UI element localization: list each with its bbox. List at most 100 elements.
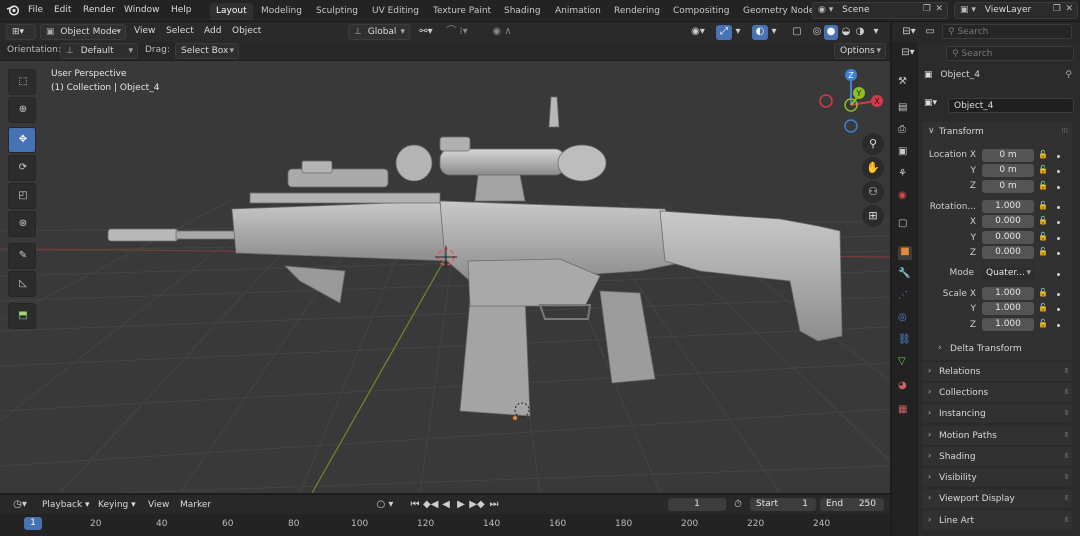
measure-tool-button[interactable]: ◺ bbox=[8, 271, 36, 297]
properties-search-input[interactable]: ⚲ Search bbox=[946, 46, 1074, 61]
shading-panel[interactable]: › Shading ⁞⁞⁞ bbox=[922, 447, 1072, 466]
drag-grip-icon[interactable]: ⁞⁞⁞ bbox=[1064, 516, 1069, 524]
material-tab-icon[interactable]: ◕ bbox=[898, 380, 912, 394]
drag-grip-icon[interactable]: ⁞⁞⁞ bbox=[1064, 367, 1069, 375]
add-cube-tool-button[interactable]: ⬒ bbox=[8, 303, 36, 329]
viewport-display-panel[interactable]: › Viewport Display ⁞⁞⁞ bbox=[922, 489, 1072, 508]
start-frame-field[interactable]: Start 1 bbox=[750, 498, 816, 511]
output-tab-icon[interactable]: ⎙ bbox=[898, 124, 912, 138]
tab-modeling[interactable]: Modeling bbox=[255, 3, 308, 20]
menu-object[interactable]: Object bbox=[232, 26, 261, 36]
visibility-panel[interactable]: › Visibility ⁞⁞⁞ bbox=[922, 468, 1072, 487]
keyframe-dot-icon[interactable] bbox=[1057, 206, 1060, 209]
menu-select[interactable]: Select bbox=[166, 26, 194, 36]
keyframe-dot-icon[interactable] bbox=[1057, 186, 1060, 189]
modifier-tab-icon[interactable]: 🔧 bbox=[898, 268, 912, 282]
timeline-editor-icon[interactable]: ◷▾ bbox=[8, 498, 32, 512]
annotate-tool-button[interactable]: ✎ bbox=[8, 243, 36, 269]
drag-grip-icon[interactable]: ⁞⁞⁞ bbox=[1064, 494, 1069, 502]
3d-viewport[interactable]: User Perspective (1) Collection | Object… bbox=[0, 61, 890, 493]
location-x-field[interactable]: 0 m bbox=[982, 149, 1034, 162]
options-button[interactable]: Options ▾ bbox=[834, 43, 886, 59]
pin-icon[interactable]: ⚲ bbox=[1065, 70, 1072, 80]
copy-layer-icon[interactable]: ❐ bbox=[1053, 4, 1061, 14]
scale-y-field[interactable]: 1.000 bbox=[982, 302, 1034, 315]
object-tab-icon[interactable]: ■ bbox=[898, 246, 912, 260]
render-tab-icon[interactable]: ▤ bbox=[898, 102, 912, 116]
view-layer-selector[interactable]: ▣ ▾ ViewLayer ❐ ✕ bbox=[954, 2, 1078, 19]
tab-geometry-nodes[interactable]: Geometry Node bbox=[737, 3, 820, 20]
blender-logo-icon[interactable] bbox=[6, 3, 20, 17]
overlays-toggle-icon[interactable]: ◐ bbox=[752, 25, 768, 40]
scale-z-field[interactable]: 1.000 bbox=[982, 318, 1034, 331]
mode-selector[interactable]: ▣ Object Mode ▾ bbox=[40, 24, 126, 40]
transform-panel-header[interactable]: ∨ Transform ⁞⁞⁞ bbox=[922, 124, 1072, 140]
lock-icon[interactable]: 🔓 bbox=[1038, 150, 1048, 159]
keyframe-dot-icon[interactable] bbox=[1057, 155, 1060, 158]
close-icon[interactable]: ✕ bbox=[1065, 4, 1073, 14]
menu-view[interactable]: View bbox=[134, 26, 155, 36]
menu-timeline-view[interactable]: View bbox=[148, 500, 169, 510]
shading-wireframe-icon[interactable]: ◎ bbox=[810, 25, 824, 39]
overlays-dropdown-icon[interactable]: ▾ bbox=[769, 25, 779, 39]
world-tab-icon[interactable]: ◉ bbox=[898, 190, 912, 204]
scene-selector[interactable]: ◉ ▾ Scene ❐ ✕ bbox=[812, 2, 948, 19]
data-tab-icon[interactable]: ▽ bbox=[898, 356, 912, 370]
tab-shading[interactable]: Shading bbox=[498, 3, 547, 20]
rotation-w-field[interactable]: 1.000 bbox=[982, 200, 1034, 213]
play-reverse-icon[interactable]: ◀ bbox=[440, 498, 452, 512]
delta-transform-subpanel[interactable]: › Delta Transform bbox=[932, 341, 1068, 357]
timeline-ruler[interactable]: 1 20 40 60 80 100 120 140 160 180 200 22… bbox=[0, 514, 890, 536]
physics-tab-icon[interactable]: ◎ bbox=[898, 312, 912, 326]
properties-editor-icon[interactable]: ⊟▾ bbox=[898, 46, 918, 60]
rotate-tool-button[interactable]: ⟳ bbox=[8, 155, 36, 181]
lock-icon[interactable]: 🔓 bbox=[1038, 201, 1048, 210]
gizmo-dropdown-icon[interactable]: ▾ bbox=[733, 25, 743, 39]
tab-compositing[interactable]: Compositing bbox=[667, 3, 735, 20]
menu-edit[interactable]: Edit bbox=[54, 5, 71, 15]
tab-texture-paint[interactable]: Texture Paint bbox=[427, 3, 497, 20]
shading-options-icon[interactable]: ▾ bbox=[870, 25, 882, 39]
zoom-icon[interactable]: ⚲ bbox=[862, 133, 884, 155]
keyframe-dot-icon[interactable] bbox=[1057, 324, 1060, 327]
object-data-selector[interactable]: ▣▾ Object_4 bbox=[924, 98, 1074, 114]
keyframe-dot-icon[interactable] bbox=[1057, 221, 1060, 224]
keyframe-dot-icon[interactable] bbox=[1057, 237, 1060, 240]
menu-add[interactable]: Add bbox=[204, 26, 221, 36]
menu-render[interactable]: Render bbox=[83, 5, 115, 15]
end-frame-field[interactable]: End 250 bbox=[820, 498, 884, 511]
lock-icon[interactable]: 🔓 bbox=[1038, 288, 1048, 297]
motion-paths-panel[interactable]: › Motion Paths ⁞⁞⁞ bbox=[922, 426, 1072, 445]
menu-help[interactable]: Help bbox=[171, 5, 192, 15]
particles-tab-icon[interactable]: ⋰ bbox=[898, 290, 912, 304]
close-icon[interactable]: ✕ bbox=[935, 4, 943, 14]
playhead[interactable]: 1 bbox=[24, 517, 42, 530]
filter-icon[interactable]: ▭ bbox=[922, 25, 938, 39]
tool-tab-icon[interactable]: ⚒ bbox=[898, 76, 912, 90]
rotation-y-field[interactable]: 0.000 bbox=[982, 231, 1034, 244]
keyframe-dot-icon[interactable] bbox=[1057, 252, 1060, 255]
drag-selector[interactable]: Select Box ▾ bbox=[175, 43, 239, 59]
tab-rendering[interactable]: Rendering bbox=[608, 3, 666, 20]
camera-view-icon[interactable]: ⚇ bbox=[862, 181, 884, 203]
copy-scene-icon[interactable]: ❐ bbox=[923, 4, 931, 14]
pivot-point-icon[interactable]: ⚯▾ bbox=[416, 25, 436, 39]
drag-grip-icon[interactable]: ⁞⁞⁞ bbox=[1064, 431, 1069, 439]
lock-icon[interactable]: 🔓 bbox=[1038, 247, 1048, 256]
scene-tab-icon[interactable]: ⚘ bbox=[898, 168, 912, 182]
outliner-search-input[interactable]: ⚲ Search bbox=[942, 24, 1072, 39]
orientation-selector[interactable]: ⊥ Default ▾ bbox=[60, 43, 138, 59]
pan-hand-icon[interactable]: ✋ bbox=[862, 157, 884, 179]
scale-tool-button[interactable]: ◰ bbox=[8, 183, 36, 209]
tab-sculpting[interactable]: Sculpting bbox=[310, 3, 364, 20]
transform-orientation-selector[interactable]: ⊥ Global ▾ bbox=[348, 24, 410, 40]
keyframe-dot-icon[interactable] bbox=[1057, 293, 1060, 296]
tab-uv-editing[interactable]: UV Editing bbox=[366, 3, 425, 20]
lock-icon[interactable]: 🔓 bbox=[1038, 303, 1048, 312]
location-y-field[interactable]: 0 m bbox=[982, 164, 1034, 177]
outliner-editor-icon[interactable]: ⊟▾ bbox=[898, 25, 920, 39]
proportional-editing-icon[interactable]: ◉ ∧ bbox=[487, 25, 517, 39]
menu-keying[interactable]: Keying ▾ bbox=[98, 500, 136, 510]
constraints-tab-icon[interactable]: ⛓ bbox=[898, 334, 912, 348]
drag-grip-icon[interactable]: ⁞⁞⁞ bbox=[1061, 127, 1068, 135]
